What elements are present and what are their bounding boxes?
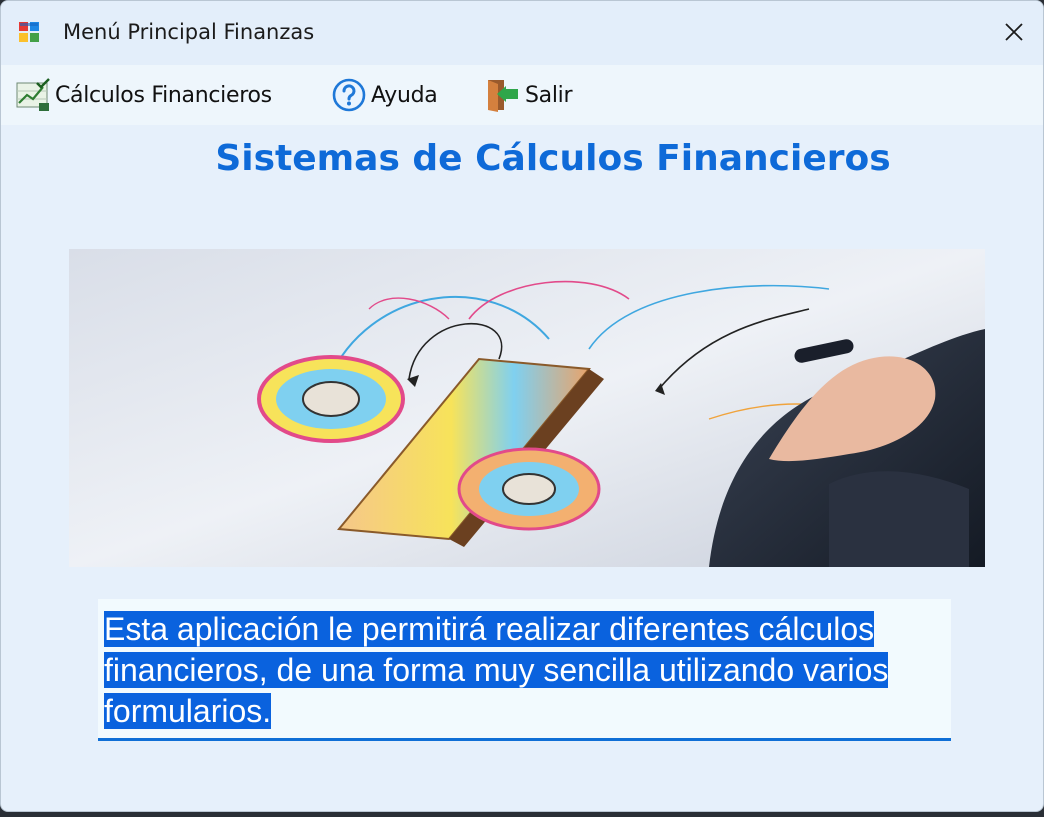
menu-item-salir[interactable]: Salir — [485, 77, 573, 113]
window-title: Menú Principal Finanzas — [63, 20, 315, 44]
menu-item-ayuda[interactable]: Ayuda — [331, 77, 438, 113]
description-selected-text: Esta aplicación le permitirá realizar di… — [104, 611, 889, 729]
exit-door-icon — [488, 80, 518, 112]
chart-check-icon — [16, 78, 50, 111]
title-bar[interactable]: Menú Principal Finanzas — [1, 1, 1043, 65]
help-circle-icon — [332, 78, 366, 112]
menu-label-ayuda: Ayuda — [371, 82, 438, 108]
windows-forms-app-icon — [19, 22, 39, 42]
close-icon — [1005, 23, 1023, 41]
banner-image — [69, 249, 985, 567]
menu-label-salir: Salir — [525, 82, 573, 108]
menu-item-calculos-financieros[interactable]: Cálculos Financieros — [15, 77, 272, 113]
close-button[interactable] — [985, 1, 1043, 63]
percent-sign-sketch-illustration — [69, 249, 985, 567]
description-textbox[interactable]: Esta aplicación le permitirá realizar di… — [98, 599, 951, 741]
menu-label-calculos: Cálculos Financieros — [55, 82, 272, 108]
description-text: Esta aplicación le permitirá realizar di… — [104, 609, 944, 732]
menu-bar: Cálculos Financieros Ayuda Salir — [1, 65, 1043, 125]
page-heading: Sistemas de Cálculos Financieros — [215, 138, 891, 179]
main-window: Menú Principal Finanzas Cálculos Financi… — [0, 0, 1044, 812]
